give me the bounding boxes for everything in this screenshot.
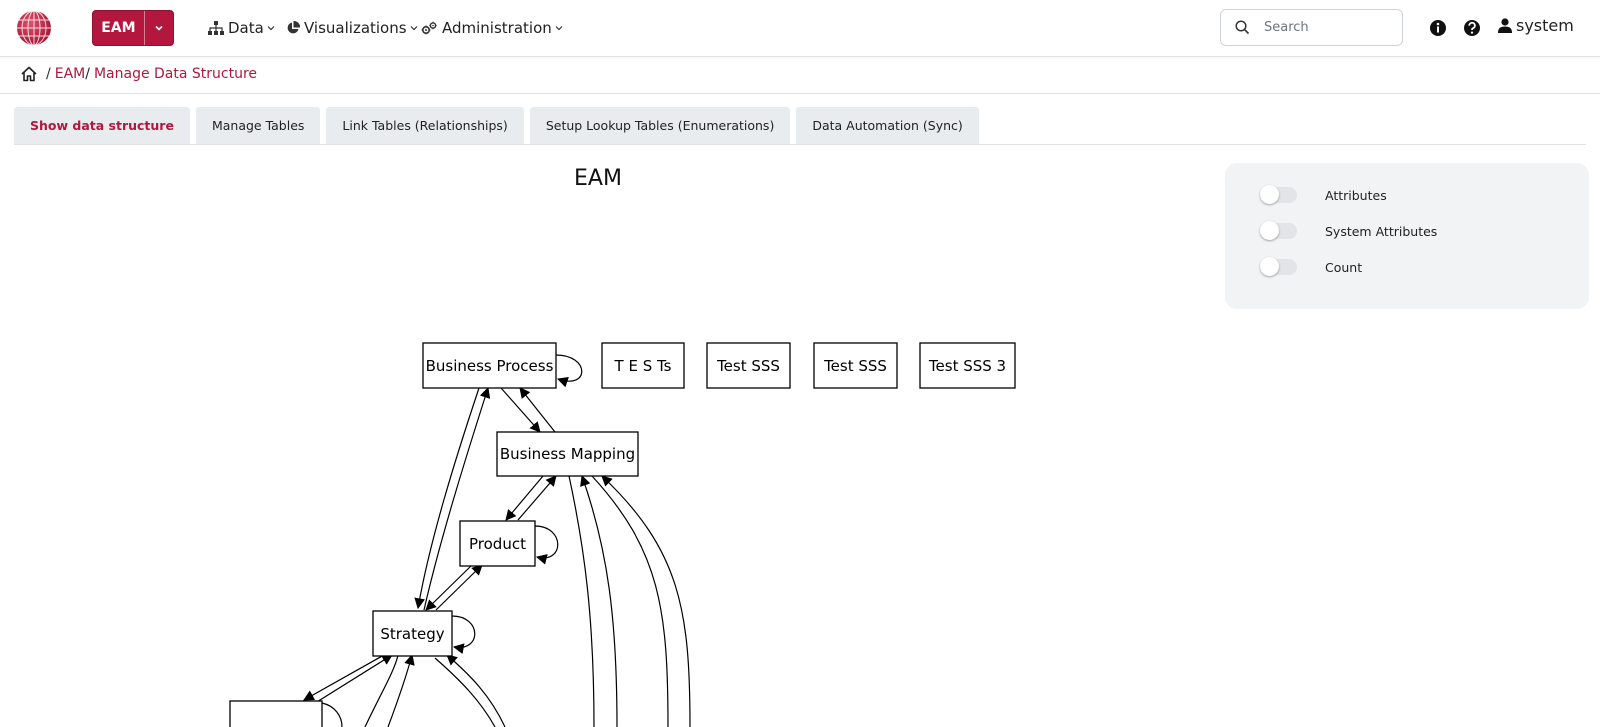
user-menu[interactable]: system [1498, 16, 1574, 35]
node-label: Test SSS [716, 357, 780, 375]
attributes-toggle[interactable] [1260, 185, 1297, 204]
node-tests[interactable]: T E S Ts [601, 342, 685, 389]
breadcrumb: / EAM / Manage Data Structure [20, 63, 257, 85]
tab-setup-lookup-tables[interactable]: Setup Lookup Tables (Enumerations) [529, 107, 791, 144]
breadcrumb-separator: / [85, 66, 90, 82]
node-test-sss-1[interactable]: Test SSS [706, 342, 791, 389]
search-icon [1235, 20, 1250, 35]
pie-chart-icon [287, 21, 300, 34]
menu-visualizations-label: Visualizations [304, 19, 407, 37]
sitemap-icon [208, 21, 224, 35]
logo-icon[interactable] [16, 10, 52, 46]
node-label: Product [469, 535, 526, 553]
breadcrumb-separator: / [46, 66, 51, 82]
node-partial-bottom[interactable] [229, 700, 323, 727]
node-label: Strategy [380, 625, 444, 643]
breadcrumb-current: Manage Data Structure [93, 66, 258, 82]
help-icon[interactable] [1462, 18, 1482, 38]
chevron-down-icon [555, 26, 563, 31]
node-business-process[interactable]: Business Process [422, 342, 557, 389]
menu-data[interactable]: Data [208, 17, 275, 39]
node-business-mapping[interactable]: Business Mapping [496, 431, 639, 477]
system-attributes-label: System Attributes [1325, 223, 1438, 239]
display-options-panel: Attributes System Attributes Count [1225, 163, 1589, 309]
node-test-sss-3[interactable]: Test SSS 3 [919, 342, 1016, 389]
node-label: T E S Ts [614, 357, 672, 375]
info-icon[interactable] [1428, 18, 1448, 38]
menu-administration-label: Administration [442, 19, 552, 37]
node-label: Business Process [426, 357, 554, 375]
tab-link-tables[interactable]: Link Tables (Relationships) [326, 107, 524, 144]
attributes-label: Attributes [1325, 187, 1387, 203]
menu-visualizations[interactable]: Visualizations [286, 17, 418, 39]
toggle-count-row: Count [1260, 257, 1363, 277]
menu-administration[interactable]: Administration [421, 17, 563, 39]
divider [14, 144, 1586, 145]
chevron-down-icon [410, 26, 417, 31]
tab-bar: Show data structure Manage Tables Link T… [14, 107, 985, 144]
count-toggle[interactable] [1260, 257, 1297, 276]
divider [0, 93, 1600, 94]
search-box[interactable] [1220, 9, 1403, 46]
node-label: Business Mapping [500, 445, 635, 463]
app-switcher-label: EAM [101, 20, 136, 36]
node-test-sss-2[interactable]: Test SSS [813, 342, 898, 389]
user-icon [1498, 18, 1512, 33]
user-name: system [1516, 16, 1574, 35]
count-label: Count [1325, 259, 1363, 275]
system-attributes-toggle[interactable] [1260, 221, 1297, 240]
graph-title: EAM [574, 166, 622, 191]
node-label: Test SSS 3 [928, 357, 1006, 375]
search-input[interactable] [1264, 20, 1384, 35]
node-label: Test SSS [823, 357, 887, 375]
chevron-down-icon[interactable] [143, 11, 173, 45]
toggle-system-attributes-row: System Attributes [1260, 221, 1438, 241]
chevron-down-icon [267, 26, 275, 31]
gears-icon [421, 21, 437, 35]
breadcrumb-link-eam[interactable]: EAM [55, 66, 86, 82]
app-switcher-button[interactable]: EAM [92, 10, 174, 46]
tab-data-automation[interactable]: Data Automation (Sync) [796, 107, 979, 144]
toggle-attributes-row: Attributes [1260, 185, 1387, 205]
node-product[interactable]: Product [459, 520, 536, 567]
data-structure-graph: EAM Business Process T E S Ts Test SSS T… [229, 166, 1016, 727]
top-navbar: EAM Data Visualizations Administration S… [0, 0, 1600, 57]
node-strategy[interactable]: Strategy [372, 610, 453, 657]
home-icon[interactable] [20, 66, 38, 82]
tab-show-data-structure[interactable]: Show data structure [14, 107, 190, 144]
tab-manage-tables[interactable]: Manage Tables [195, 107, 321, 144]
menu-data-label: Data [228, 19, 264, 37]
